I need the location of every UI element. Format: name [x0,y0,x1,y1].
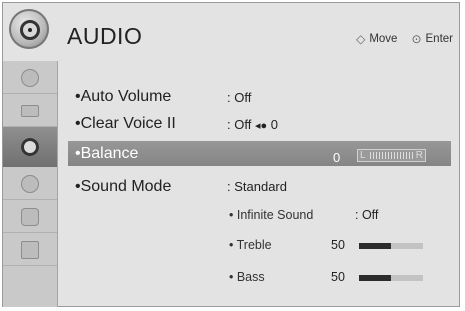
balance-left-label: L [360,150,366,161]
bass-bar[interactable] [359,275,423,281]
navigation-hint: ◇ Move ⊙ Enter [356,33,453,45]
balance-value: 0 [333,150,341,165]
sidebar-item-lock[interactable] [3,200,57,233]
audio-icon [21,138,39,156]
category-sidebar [3,61,58,307]
picture-icon [21,69,39,87]
audio-settings: •Auto Volume : Off •Clear Voice II : Off… [57,61,459,307]
clock-icon [21,175,39,193]
page-title: AUDIO [67,23,143,49]
sound-mode-value: : Standard [227,179,287,194]
balance-slider[interactable]: L R [357,149,426,162]
move-arrows-icon: ◇ [356,32,366,46]
infinite-sound-label[interactable]: • Infinite Sound [229,208,313,222]
lock-icon [21,208,39,226]
bass-label[interactable]: • Bass [229,270,265,284]
treble-value: 50 [331,238,345,252]
auto-volume-value: : Off [227,90,252,105]
clear-voice-value: : Off ◂● 0 [227,117,278,132]
sidebar-item-audio[interactable] [3,127,57,167]
speaker-icon [9,9,49,49]
screen-icon [21,105,39,117]
treble-label[interactable]: • Treble [229,238,272,252]
treble-bar-fill [359,243,391,249]
menu-header: AUDIO ◇ Move ⊙ Enter [3,3,459,53]
balance-right-label: R [415,150,423,161]
enter-button-icon: ⊙ [411,32,422,46]
enter-hint-label: Enter [425,33,454,45]
auto-volume-label[interactable]: •Auto Volume [75,88,171,106]
clear-voice-icon: ◂● [254,120,268,132]
sidebar-item-picture[interactable] [3,61,57,94]
move-hint-label: Move [369,33,398,45]
sidebar-item-screen[interactable] [3,94,57,127]
clear-voice-label[interactable]: •Clear Voice II [75,115,176,133]
infinite-sound-value: : Off [355,208,379,222]
bass-value: 50 [331,270,345,284]
sound-mode-label[interactable]: •Sound Mode [75,178,171,196]
treble-bar[interactable] [359,243,423,249]
bass-bar-fill [359,275,391,281]
option-icon [21,241,39,259]
sidebar-item-time[interactable] [3,167,57,200]
audio-menu: AUDIO ◇ Move ⊙ Enter •Auto Volume : Off … [2,2,460,307]
sidebar-item-option[interactable] [3,233,57,266]
balance-label[interactable]: •Balance [75,145,138,163]
